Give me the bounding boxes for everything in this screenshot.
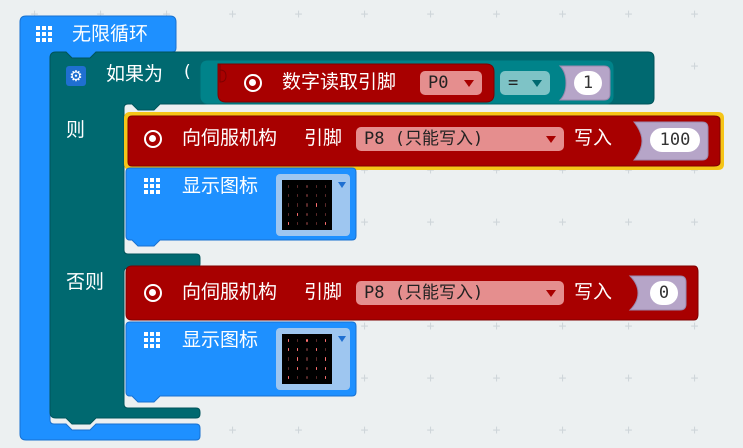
led-cell[interactable]: [324, 348, 326, 352]
pin-target-icon: [244, 74, 262, 92]
led-cell[interactable]: [297, 375, 299, 379]
else-servo-target-icon: [144, 284, 162, 302]
else-servo-pin-label: 引脚: [304, 281, 343, 303]
then-led-picker[interactable]: [276, 174, 350, 236]
chevron-down-icon: [338, 182, 346, 188]
led-cell[interactable]: [324, 366, 326, 370]
open-paren: (: [184, 62, 191, 82]
chevron-down-icon: [532, 80, 542, 87]
led-cell[interactable]: [306, 339, 308, 343]
else-servo-pin-dropdown[interactable]: P8 (只能写入): [356, 281, 564, 305]
else-label: 否则: [66, 271, 105, 293]
led-cell[interactable]: [306, 366, 308, 370]
if-label: 如果为: [106, 63, 164, 85]
operator-dropdown-value: =: [508, 73, 519, 93]
led-cell[interactable]: [288, 375, 290, 379]
led-cell[interactable]: [288, 194, 290, 198]
led-cell[interactable]: [297, 185, 299, 189]
led-cell[interactable]: [297, 203, 299, 207]
forever-label[interactable]: 无限循环: [72, 22, 148, 46]
led-cell[interactable]: [306, 221, 308, 225]
led-cell[interactable]: [297, 212, 299, 216]
led-cell[interactable]: [288, 203, 290, 207]
then-servo-write-label: 写入: [574, 127, 613, 149]
led-cell[interactable]: [297, 194, 299, 198]
else-led-screen: [282, 334, 332, 384]
led-cell[interactable]: [315, 375, 317, 379]
led-cell[interactable]: [297, 348, 299, 352]
led-cell[interactable]: [324, 203, 326, 207]
led-cell[interactable]: [306, 194, 308, 198]
then-servo-pin-value: P8 (只能写入): [364, 129, 484, 149]
led-cell[interactable]: [324, 375, 326, 379]
led-cell[interactable]: [315, 348, 317, 352]
led-cell[interactable]: [315, 366, 317, 370]
chevron-down-icon: [546, 290, 556, 297]
led-cell[interactable]: [297, 221, 299, 225]
led-cell[interactable]: [306, 357, 308, 361]
else-show-icon-grid-icon: [144, 332, 162, 348]
pin-dropdown-value: P0: [428, 73, 449, 93]
led-cell[interactable]: [288, 366, 290, 370]
led-cell[interactable]: [297, 339, 299, 343]
chevron-down-icon: [338, 336, 346, 342]
led-cell[interactable]: [315, 212, 317, 216]
gear-icon[interactable]: ⚙: [66, 66, 86, 86]
then-servo-value-input[interactable]: 100: [650, 128, 700, 152]
else-show-icon-label: 显示图标: [182, 329, 259, 351]
led-cell[interactable]: [324, 185, 326, 189]
led-cell[interactable]: [288, 357, 290, 361]
chevron-down-icon: [546, 136, 556, 143]
operator-dropdown[interactable]: =: [500, 71, 550, 95]
led-cell[interactable]: [288, 185, 290, 189]
else-servo-value-input[interactable]: 0: [650, 281, 678, 305]
led-cell[interactable]: [297, 366, 299, 370]
led-cell[interactable]: [288, 221, 290, 225]
then-servo-label: 向伺服机构: [182, 127, 278, 149]
led-cell[interactable]: [324, 212, 326, 216]
else-led-picker[interactable]: [276, 328, 350, 390]
led-cell[interactable]: [315, 185, 317, 189]
else-servo-pin-value: P8 (只能写入): [364, 283, 484, 303]
led-cell[interactable]: [315, 357, 317, 361]
led-cell[interactable]: [288, 348, 290, 352]
then-show-icon-grid-icon: [144, 178, 162, 194]
led-cell[interactable]: [324, 357, 326, 361]
led-cell[interactable]: [324, 221, 326, 225]
digital-read-label: 数字读取引脚: [282, 71, 397, 93]
led-cell[interactable]: [306, 203, 308, 207]
then-led-screen: [282, 180, 332, 230]
led-cell[interactable]: [324, 339, 326, 343]
pin-dropdown[interactable]: P0: [420, 71, 482, 95]
led-cell[interactable]: [306, 212, 308, 216]
then-servo-pin-label: 引脚: [304, 127, 343, 149]
led-cell[interactable]: [288, 339, 290, 343]
then-servo-pin-dropdown[interactable]: P8 (只能写入): [356, 127, 564, 151]
led-cell[interactable]: [315, 221, 317, 225]
basic-grid-icon: [36, 26, 54, 42]
chevron-down-icon: [464, 80, 474, 87]
then-show-icon-label: 显示图标: [182, 175, 259, 197]
then-label: 则: [66, 119, 86, 141]
else-servo-label: 向伺服机构: [182, 281, 278, 303]
led-cell[interactable]: [297, 357, 299, 361]
led-cell[interactable]: [315, 203, 317, 207]
compare-value-input[interactable]: 1: [574, 71, 602, 95]
else-servo-write-label: 写入: [574, 281, 613, 303]
led-cell[interactable]: [306, 185, 308, 189]
then-servo-target-icon: [144, 130, 162, 148]
led-cell[interactable]: [324, 194, 326, 198]
led-cell[interactable]: [315, 194, 317, 198]
led-cell[interactable]: [306, 375, 308, 379]
led-cell[interactable]: [288, 212, 290, 216]
led-cell[interactable]: [306, 348, 308, 352]
led-cell[interactable]: [315, 339, 317, 343]
